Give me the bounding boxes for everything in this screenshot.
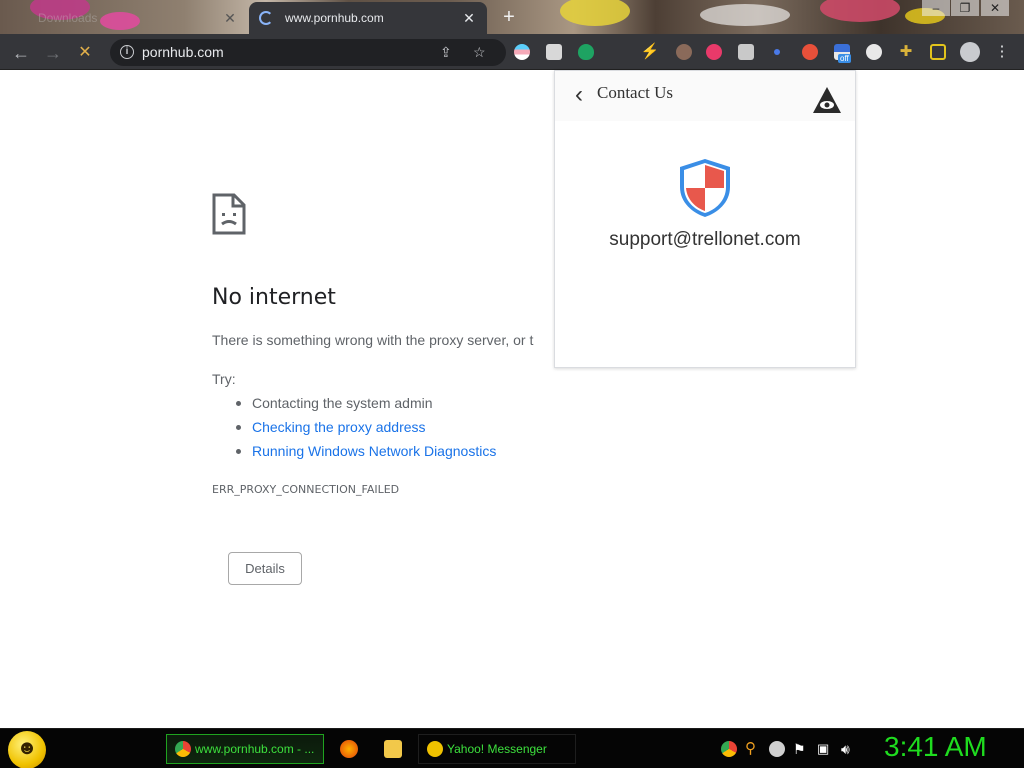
close-icon[interactable]: ✕	[461, 10, 477, 26]
firefox-icon[interactable]	[340, 740, 358, 758]
suggestion-contact-admin: Contacting the system admin	[236, 393, 496, 417]
new-tab-button[interactable]: +	[498, 6, 520, 28]
eye-pyramid-logo-icon	[813, 87, 841, 113]
loading-spinner-icon	[259, 11, 273, 25]
search-icon[interactable]: ⚲	[745, 741, 761, 757]
info-icon[interactable]: i	[120, 45, 134, 59]
profile-icon[interactable]	[960, 42, 980, 62]
error-code: ERR_PROXY_CONNECTION_FAILED	[212, 483, 400, 496]
wallpaper-splash	[820, 0, 900, 22]
rocket-icon[interactable]	[866, 44, 882, 60]
red-circle-icon[interactable]	[802, 44, 818, 60]
forward-button[interactable]: →	[42, 42, 64, 64]
shield-icon	[680, 159, 730, 217]
tab-pornhub[interactable]: www.pornhub.com ✕	[249, 2, 487, 34]
start-button[interactable]: ☻	[8, 731, 46, 768]
adblock-shield-icon[interactable]	[578, 44, 594, 60]
popup-header: ‹ Contact Us	[555, 71, 855, 121]
support-email[interactable]: support@trellonet.com	[555, 229, 855, 251]
error-page: No internet There is something wrong wit…	[0, 71, 1024, 728]
task-label: Yahoo! Messenger	[447, 742, 547, 756]
sad-page-icon	[212, 193, 246, 235]
desktop: Downloads ✕ www.pornhub.com ✕ + – ❐ ✕ ← …	[0, 0, 1024, 768]
folder-icon[interactable]	[384, 740, 402, 758]
puzzle-icon[interactable]: ✚	[896, 42, 916, 62]
volume-icon[interactable]: 🔊︎	[841, 741, 857, 757]
task-label: www.pornhub.com - ...	[195, 742, 315, 756]
vpn-off-badge: off	[838, 54, 851, 63]
contact-popup: ‹ Contact Us support@trellonet.com	[554, 70, 856, 368]
pride-extension-icon[interactable]	[514, 44, 530, 60]
smiley-icon: ☻	[16, 737, 38, 759]
bookmark-star-icon[interactable]: ☆	[473, 44, 486, 61]
avatar-extension-icon[interactable]	[676, 44, 692, 60]
error-description: There is something wrong with the proxy …	[212, 332, 534, 348]
address-url[interactable]: pornhub.com	[142, 44, 224, 60]
tab-label: Downloads	[38, 11, 98, 25]
dot-icon[interactable]	[774, 49, 780, 55]
minimize-button[interactable]: –	[922, 0, 950, 16]
back-chevron-icon[interactable]: ‹	[575, 81, 583, 109]
suggestion-check-proxy-link[interactable]: Checking the proxy address	[236, 417, 496, 441]
suggestion-network-diagnostics-link[interactable]: Running Windows Network Diagnostics	[236, 441, 496, 465]
try-label: Try:	[212, 371, 236, 387]
sidebar-icon[interactable]	[930, 44, 946, 60]
taskbar: ☻ www.pornhub.com - ... Yahoo! Messenger…	[0, 728, 1024, 768]
vpn-globe-icon[interactable]	[706, 44, 722, 60]
popup-title: Contact Us	[597, 83, 674, 102]
chrome-tray-icon[interactable]	[721, 741, 737, 757]
bolt-icon[interactable]: ⚡	[640, 42, 660, 62]
network-icon[interactable]: ▣	[817, 741, 833, 757]
stop-button[interactable]: ✕	[74, 42, 96, 64]
close-window-button[interactable]: ✕	[981, 0, 1009, 16]
close-icon[interactable]: ✕	[222, 10, 238, 26]
restore-button[interactable]: ❐	[951, 0, 979, 16]
tab-strip: Downloads ✕ www.pornhub.com ✕ + – ❐ ✕	[0, 0, 1024, 34]
error-title: No internet	[212, 285, 336, 310]
flag-icon[interactable]: ⚑	[793, 741, 809, 757]
details-button[interactable]: Details	[228, 552, 302, 585]
puzzle-image-icon[interactable]	[546, 44, 562, 60]
tab-downloads[interactable]: Downloads ✕	[8, 2, 248, 34]
back-button[interactable]: ←	[10, 42, 32, 64]
yahoo-smiley-icon	[427, 741, 443, 757]
browser-toolbar: ← → ✕ i pornhub.com ⇪ ☆ ⚡ off ✚ ⋮	[0, 34, 1024, 70]
flag-off-extension-icon[interactable]: off	[834, 44, 851, 63]
address-bar[interactable]: i pornhub.com ⇪ ☆	[110, 39, 506, 66]
task-yahoo-messenger[interactable]: Yahoo! Messenger	[418, 734, 576, 764]
menu-icon[interactable]: ⋮	[992, 42, 1012, 62]
share-icon[interactable]: ⇪	[440, 44, 452, 61]
wallpaper-splash	[560, 0, 630, 26]
task-chrome[interactable]: www.pornhub.com - ...	[166, 734, 324, 764]
messenger-tray-icon[interactable]	[769, 741, 785, 757]
chrome-icon	[175, 741, 191, 757]
wallpaper-splash	[700, 4, 790, 26]
suggestion-list: Contacting the system admin Checking the…	[236, 393, 496, 465]
checkbox-extension-icon[interactable]	[738, 44, 754, 60]
tab-label: www.pornhub.com	[285, 11, 384, 25]
clock[interactable]: 3:41 AM	[884, 731, 987, 763]
